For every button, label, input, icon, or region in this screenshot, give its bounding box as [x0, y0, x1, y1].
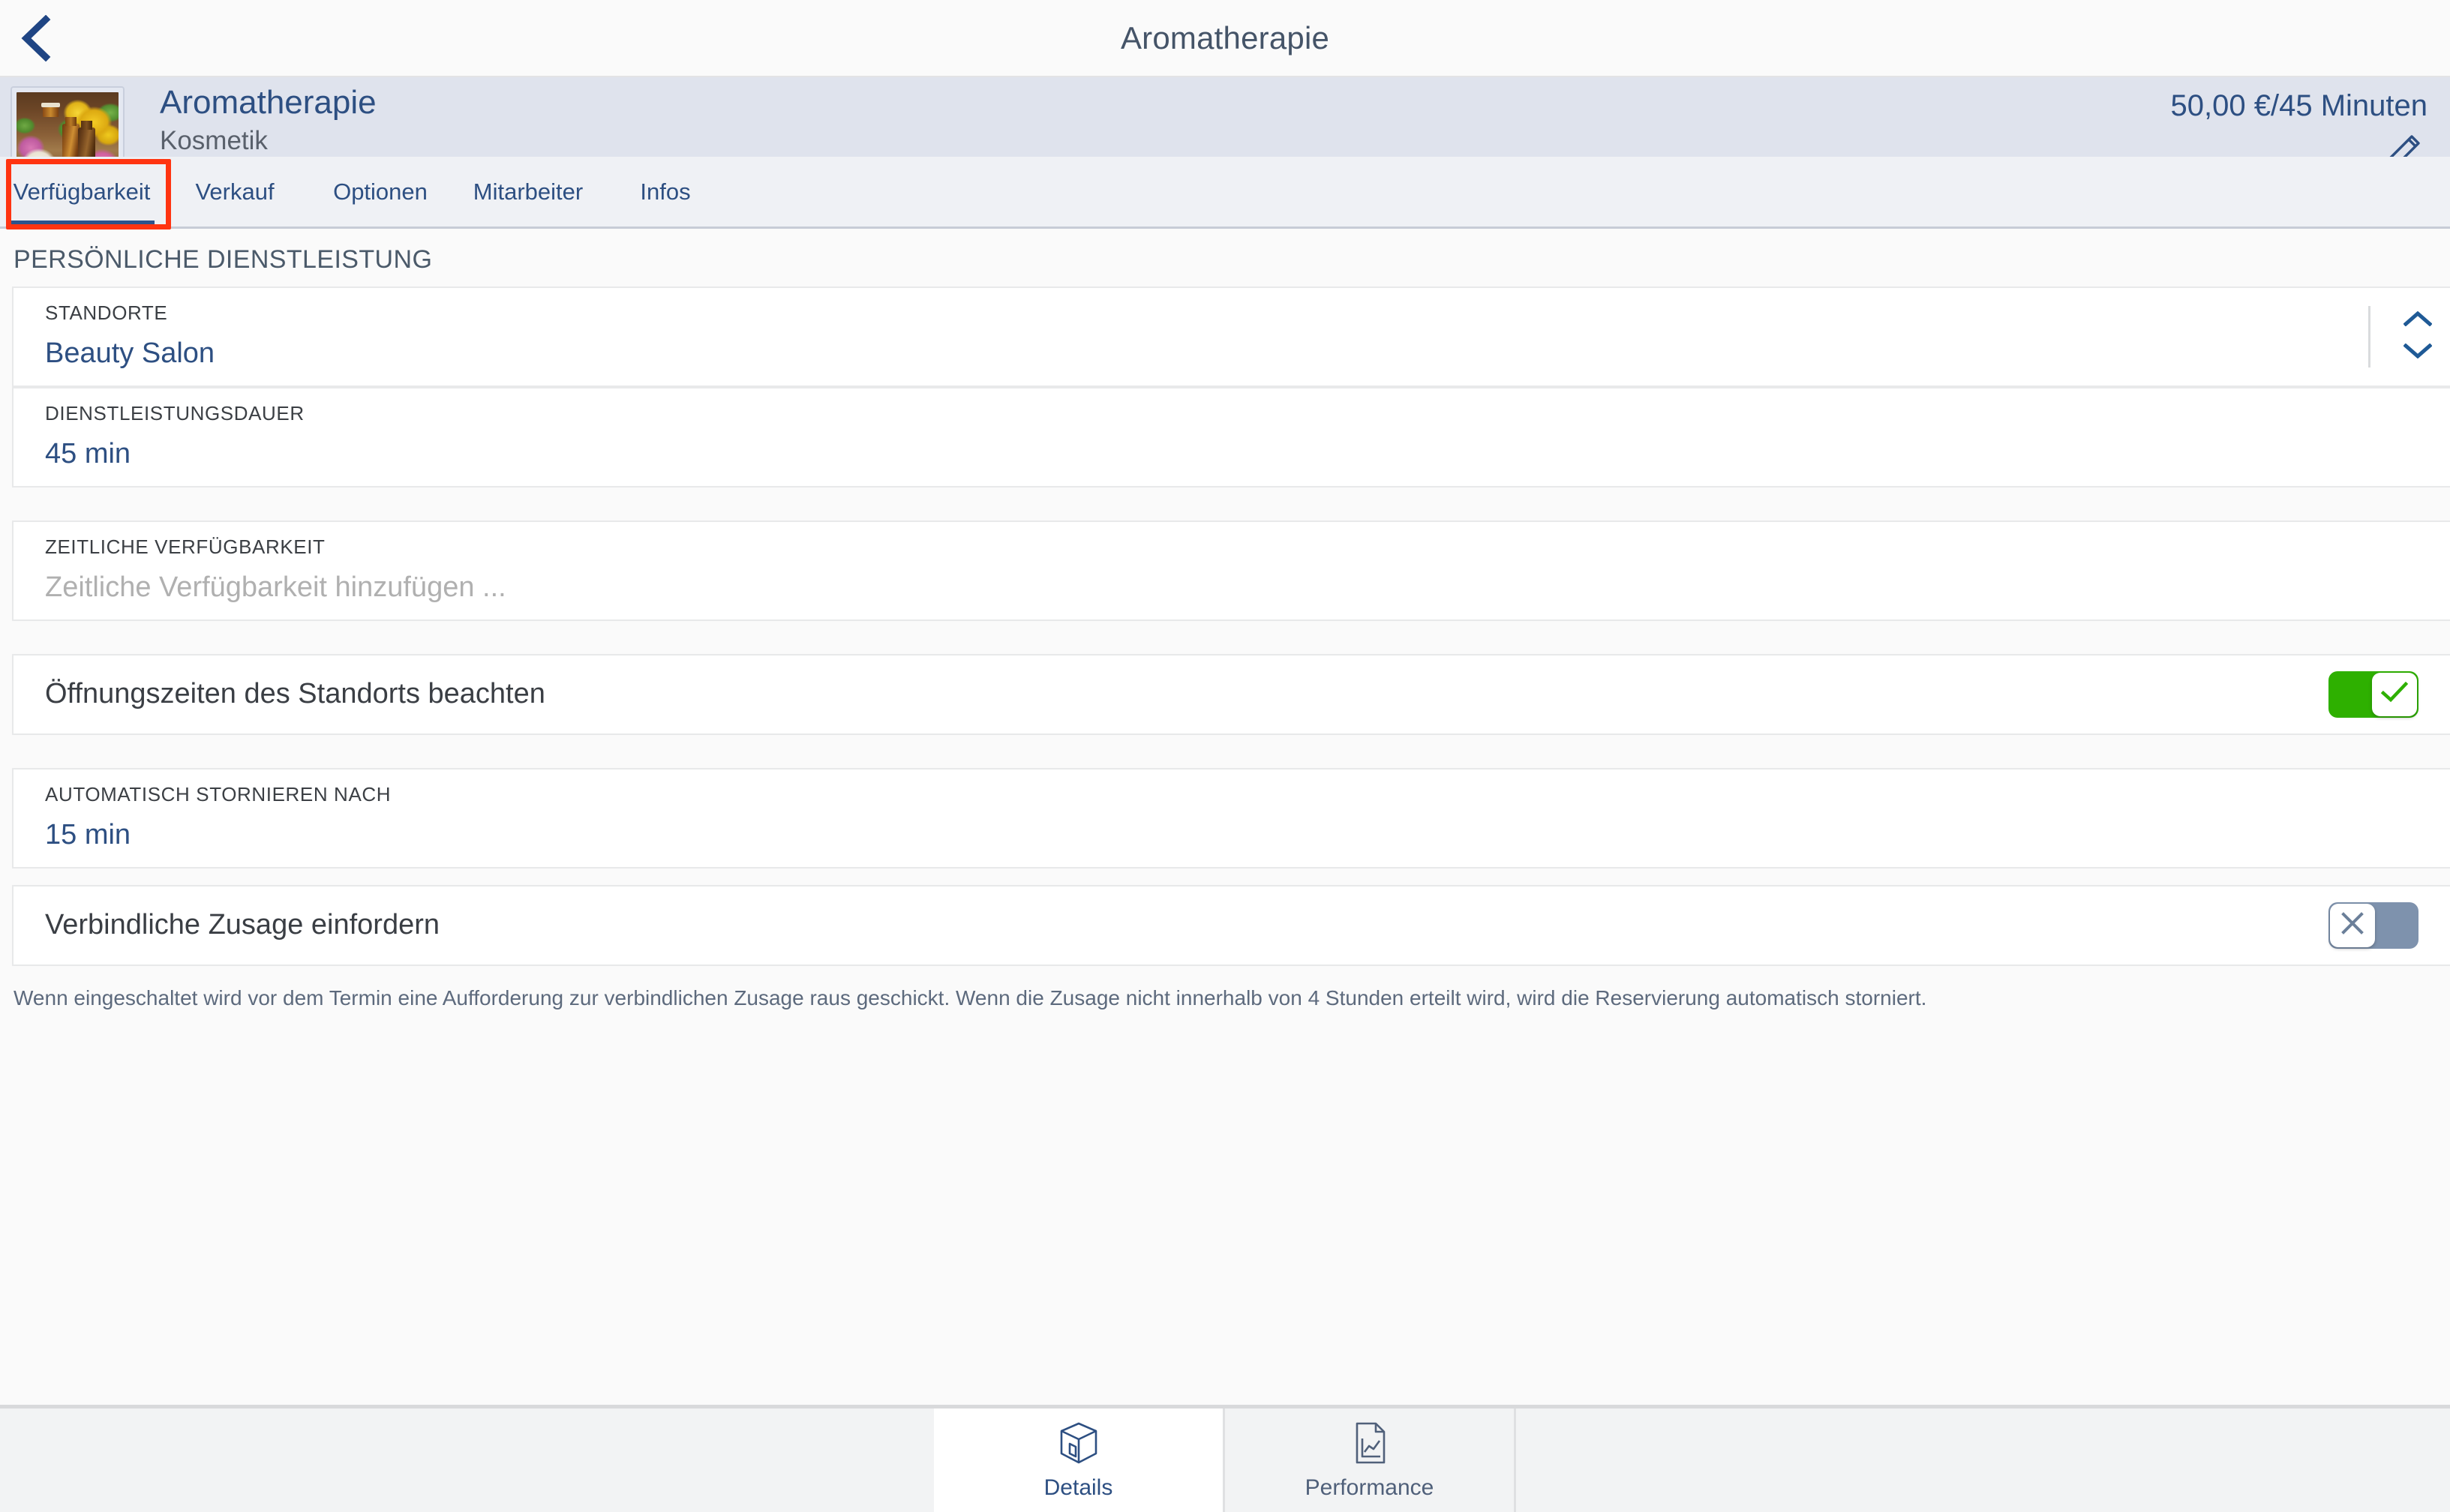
field-standorte[interactable]: STANDORTE Beauty Salon: [14, 288, 2450, 386]
row-verbindliche-zusage-label: Verbindliche Zusage einfordern: [45, 909, 440, 941]
tab-strip: Verfügbarkeit Verkauf Optionen Mitarbeit…: [0, 157, 2450, 230]
field-automatisch-stornieren[interactable]: AUTOMATISCH STORNIEREN NACH 15 min: [14, 770, 2450, 867]
toggle-knob: [2372, 672, 2417, 716]
oil-bottle-large-neck: [43, 106, 59, 118]
field-standorte-label: STANDORTE: [45, 302, 168, 324]
page-title: Aromatherapie: [1120, 20, 1330, 56]
toggle-knob: [2330, 903, 2375, 947]
tab-infos[interactable]: Infos: [602, 157, 729, 226]
field-automatisch-stornieren-label: AUTOMATISCH STORNIEREN NACH: [45, 782, 392, 806]
bottom-tab-performance[interactable]: Performance: [1225, 1408, 1516, 1512]
section-title: PERSÖNLICHE DIENSTLEISTUNG: [14, 245, 433, 274]
chevron-left-icon: [20, 14, 53, 62]
service-title: Aromatherapie: [160, 84, 377, 121]
service-price: 50,00 €/45 Minuten: [2170, 89, 2427, 122]
tab-verkauf-label: Verkauf: [195, 178, 275, 205]
card-verbindliche-zusage: Verbindliche Zusage einfordern: [12, 884, 2450, 966]
bottom-bar-spacer: [0, 1408, 934, 1512]
bottom-tab-performance-label: Performance: [1305, 1474, 1434, 1500]
chevron-up-icon[interactable]: [2403, 310, 2433, 330]
tab-mitarbeiter-label: Mitarbeiter: [473, 178, 584, 205]
chevron-down-icon[interactable]: [2403, 343, 2433, 362]
app-root: Aromatherapie Aromatherapie Kosmetik Bea…: [0, 0, 2450, 1512]
spacer-3: [0, 734, 2450, 768]
tab-verfuegbarkeit[interactable]: Verfügbarkeit: [0, 157, 164, 229]
row-verbindliche-zusage[interactable]: Verbindliche Zusage einfordern: [14, 886, 2450, 964]
tab-optionen[interactable]: Optionen: [306, 157, 455, 226]
content-area: PERSÖNLICHE DIENSTLEISTUNG STANDORTE Bea…: [0, 229, 2450, 1374]
row-oeffnungszeiten-label: Öffnungszeiten des Standorts beachten: [45, 678, 545, 710]
check-icon: [2380, 681, 2409, 707]
field-dienstleistungsdauer-label: DIENSTLEISTUNGSDAUER: [45, 401, 305, 424]
field-zeitliche-verfuegbarkeit[interactable]: ZEITLICHE VERFÜGBARKEIT Zeitliche Verfüg…: [14, 522, 2450, 620]
field-dienstleistungsdauer[interactable]: DIENSTLEISTUNGSDAUER 45 min: [14, 388, 2450, 486]
standorte-stepper[interactable]: [2368, 305, 2433, 368]
card-automatisch-stornieren: AUTOMATISCH STORNIEREN NACH 15 min: [12, 767, 2450, 868]
toggle-verbindliche-zusage[interactable]: [2328, 902, 2418, 949]
spacer-2: [0, 620, 2450, 654]
field-standorte-value: Beauty Salon: [45, 338, 215, 369]
stepper-divider: [2368, 305, 2370, 368]
spacer-4: [0, 868, 2450, 885]
back-button[interactable]: [11, 12, 63, 64]
field-dienstleistungsdauer-value: 45 min: [45, 437, 131, 470]
bottom-tab-bar: Details Performance: [0, 1405, 2450, 1512]
bottom-tab-details-label: Details: [1043, 1474, 1113, 1500]
tab-verfuegbarkeit-label: Verfügbarkeit: [13, 178, 151, 205]
field-zeitliche-verfuegbarkeit-label: ZEITLICHE VERFÜGBARKEIT: [45, 535, 326, 558]
oil-bottle-small-neck: [80, 121, 92, 130]
close-icon: [2340, 910, 2365, 940]
document-chart-icon: [1350, 1420, 1389, 1469]
card-dienstleistungsdauer: DIENSTLEISTUNGSDAUER 45 min: [12, 386, 2450, 488]
footnote-text: Wenn eingeschaltet wird vor dem Termin e…: [14, 986, 1927, 1010]
tab-mitarbeiter[interactable]: Mitarbeiter: [455, 157, 602, 226]
top-navigation-bar: Aromatherapie: [0, 0, 2450, 77]
tab-infos-label: Infos: [640, 178, 691, 205]
spacer-1: [0, 487, 2450, 520]
field-automatisch-stornieren-value: 15 min: [45, 818, 131, 850]
tab-verkauf[interactable]: Verkauf: [164, 157, 306, 226]
toggle-oeffnungszeiten[interactable]: [2328, 670, 2418, 718]
box-icon: [1057, 1420, 1100, 1469]
oil-bottle-mid-neck: [65, 117, 77, 126]
card-oeffnungszeiten: Öffnungszeiten des Standorts beachten: [12, 653, 2450, 735]
service-header-right: 50,00 €/45 Minuten: [2170, 77, 2450, 171]
oil-bottle-large-cap: [41, 102, 61, 107]
stepper-chevrons: [2403, 310, 2433, 362]
tab-optionen-label: Optionen: [333, 178, 428, 205]
row-oeffnungszeiten[interactable]: Öffnungszeiten des Standorts beachten: [14, 656, 2450, 734]
card-standorte: STANDORTE Beauty Salon: [12, 286, 2450, 387]
field-zeitliche-verfuegbarkeit-placeholder: Zeitliche Verfügbarkeit hinzufügen ...: [45, 571, 506, 603]
bottom-tab-details[interactable]: Details: [934, 1408, 1225, 1512]
service-category: Kosmetik: [160, 125, 268, 155]
card-zeitliche-verfuegbarkeit: ZEITLICHE VERFÜGBARKEIT Zeitliche Verfüg…: [12, 520, 2450, 621]
service-header: Aromatherapie Kosmetik Beauty Salon 50,0…: [0, 77, 2450, 191]
